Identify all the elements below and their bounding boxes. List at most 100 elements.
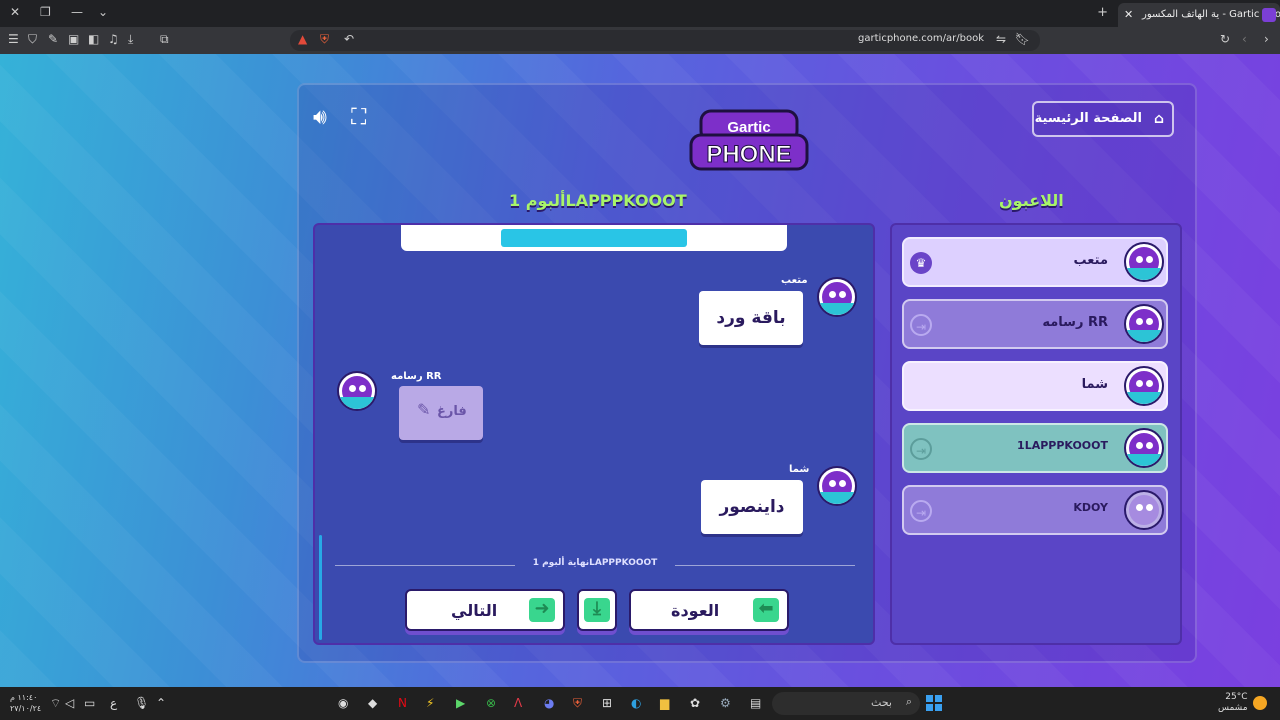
avatar xyxy=(1124,242,1164,282)
app-icon[interactable]: ⚡ xyxy=(426,696,434,710)
player-row: ♛ متعب xyxy=(902,237,1168,287)
gartic-phone-logo: Gartic PHONE xyxy=(689,109,809,171)
game-page: 🔊︎ ⛶ Gartic PHONE الصفحة الرئيسية ⌂ ألبو… xyxy=(0,54,1280,687)
players-panel: ♛ متعب ⇥ رسامه RR شما ⇥ 1LAPPPKOOOT ⇥ KD… xyxy=(890,223,1182,645)
folder-icon[interactable]: ▆ xyxy=(660,696,669,710)
language-icon[interactable]: ع xyxy=(110,696,117,710)
bookmark-icon[interactable]: 🔖︎ xyxy=(1015,32,1030,46)
volume-icon[interactable]: ◁ xyxy=(65,696,74,710)
app-icon[interactable]: ◉ xyxy=(338,696,348,710)
brave-rewards-icon[interactable]: ▲ xyxy=(298,32,307,46)
player-name: 1LAPPPKOOOT xyxy=(1017,439,1108,452)
player-row: ⇥ رسامه RR xyxy=(902,299,1168,349)
taskbar-search-label: بحث xyxy=(871,696,892,709)
forward-nav-icon[interactable]: › xyxy=(1264,32,1269,46)
steam-icon[interactable]: ⚙ xyxy=(720,696,731,710)
avatar xyxy=(1124,366,1164,406)
back-nav-icon[interactable]: ‹ xyxy=(1242,32,1247,46)
network-icon[interactable]: ⌔ xyxy=(50,696,61,711)
player-row: ⇥ 1LAPPPKOOOT xyxy=(902,423,1168,473)
pin-icon[interactable]: ✎ xyxy=(48,32,58,46)
battery-icon[interactable]: ▭ xyxy=(84,696,95,710)
home-icon: ⌂ xyxy=(1153,111,1164,127)
weather-condition: مشمس xyxy=(1218,703,1248,713)
album-panel: متعب باقة ورد رسامه RR فارغ ✎ شما داينصو… xyxy=(313,223,875,645)
arrow-right-icon: ➜ xyxy=(529,598,555,622)
app-icon[interactable]: ▤ xyxy=(750,696,761,710)
album-previous-entry xyxy=(401,225,787,251)
fullscreen-icon[interactable]: ⛶ xyxy=(351,105,366,130)
taskbar-search[interactable]: بحث ⌕ xyxy=(772,692,920,715)
entry-text-bubble: داينصور xyxy=(701,480,803,534)
app-icon[interactable]: Λ xyxy=(514,696,522,710)
tab-list-icon[interactable]: ⌄ xyxy=(98,5,108,19)
avatar xyxy=(1124,490,1164,530)
app-icon[interactable]: ✿ xyxy=(690,696,700,710)
chevron-up-icon[interactable]: ⌃ xyxy=(156,696,166,710)
entry-player-name: متعب xyxy=(781,275,808,286)
album-scrollbar[interactable] xyxy=(319,535,322,640)
wallet-icon[interactable]: ▣ xyxy=(68,32,79,46)
pencil-icon: ✎ xyxy=(417,400,431,419)
player-name: متعب xyxy=(1073,253,1108,268)
clock[interactable]: ١١:٤٠ م ٢٧/١٠/٢٤ xyxy=(10,692,41,714)
entry-text-bubble: باقة ورد xyxy=(699,291,803,345)
album-end-text: نهاية ألبوم 1LAPPPKOOOT xyxy=(515,558,675,568)
play-icon[interactable]: ▶ xyxy=(456,696,465,710)
music-icon[interactable]: ♫ xyxy=(108,32,119,46)
crown-icon: ♛ xyxy=(910,252,932,274)
brave-icon[interactable]: ⛨ xyxy=(573,696,582,711)
next-button[interactable]: التالي ➜ xyxy=(405,589,565,631)
download-icon[interactable]: ⤓ xyxy=(128,32,133,47)
avatar xyxy=(817,277,857,317)
active-tab[interactable]: ✕ ية الهاتف المكسور - Gartic Phone xyxy=(1118,3,1280,27)
app-icon[interactable]: ◆ xyxy=(368,696,377,710)
player-name: رسامه RR xyxy=(1042,315,1108,330)
weather-temp: 25°C xyxy=(1225,692,1248,702)
home-button[interactable]: الصفحة الرئيسية ⌂ xyxy=(1032,101,1174,137)
site-settings-icon[interactable]: ⇋ xyxy=(996,32,1006,46)
discord-icon[interactable]: ◕ xyxy=(544,696,554,710)
brave-shield-icon[interactable]: ⛨ xyxy=(320,32,329,47)
microphone-icon[interactable]: 🎙︎ xyxy=(134,696,149,710)
player-name: شما xyxy=(1081,377,1108,392)
game-frame: 🔊︎ ⛶ Gartic PHONE الصفحة الرئيسية ⌂ ألبو… xyxy=(297,83,1197,663)
windows-start-icon[interactable] xyxy=(926,695,942,711)
browser-toolbar: ☰ ⛉ ✎ ▣ ◧ ♫ ⤓ ⧉ ▲ ⛨ ↶ garticphone.com/ar… xyxy=(0,27,1280,54)
entry-empty-label: فارغ xyxy=(437,404,467,419)
sun-icon xyxy=(1253,696,1267,710)
download-icon: ⤓ xyxy=(584,598,610,622)
share-icon[interactable]: ↶ xyxy=(344,32,354,46)
player-name: KDOY xyxy=(1073,501,1108,514)
reload-icon[interactable]: ↻ xyxy=(1220,32,1230,46)
new-tab-button[interactable]: + xyxy=(1097,5,1108,20)
restore-window-icon[interactable]: ❐ xyxy=(40,5,51,19)
back-button[interactable]: العودة ⬅ xyxy=(629,589,789,631)
screenshot-icon[interactable]: ⧉ xyxy=(160,32,169,47)
store-icon[interactable]: ⊞ xyxy=(602,696,612,710)
shield-icon[interactable]: ⛉ xyxy=(28,32,37,47)
album-title: ألبوم 1LAPPPKOOOT xyxy=(509,191,687,210)
menu-icon[interactable]: ☰ xyxy=(8,32,19,46)
weather-widget[interactable]: 25°C مشمس xyxy=(1218,692,1248,714)
tab-close-icon[interactable]: ✕ xyxy=(1124,3,1133,27)
arrow-left-icon: ⬅ xyxy=(753,598,779,622)
netflix-icon[interactable]: N xyxy=(398,696,407,710)
minimize-window-icon[interactable]: — xyxy=(71,5,83,19)
xbox-icon[interactable]: ⊗ xyxy=(486,696,496,710)
windows-taskbar: ١١:٤٠ م ٢٧/١٠/٢٤ ⌔ ◁ ▭ ع 🎙︎ ⌃ ◉ ◆ N ⚡ ▶ … xyxy=(0,687,1280,720)
download-album-button[interactable]: ⤓ xyxy=(577,589,617,631)
search-icon: ⌕ xyxy=(905,695,912,708)
clock-date: ٢٧/١٠/٢٤ xyxy=(10,704,42,713)
sound-icon[interactable]: 🔊︎ xyxy=(313,105,327,130)
edge-icon[interactable]: ◐ xyxy=(631,696,641,710)
left-game-icon: ⇥ xyxy=(910,500,932,522)
tab-title: ية الهاتف المكسور - Gartic Phone xyxy=(1142,9,1280,20)
close-window-icon[interactable]: ✕ xyxy=(10,5,20,19)
logo-top-text: Gartic xyxy=(727,119,770,136)
sidebar-icon[interactable]: ◧ xyxy=(88,32,99,46)
back-button-label: العودة xyxy=(671,601,720,620)
player-row: شما xyxy=(902,361,1168,411)
address-bar[interactable]: ▲ ⛨ ↶ garticphone.com/ar/book ⇋ 🔖︎ xyxy=(290,30,1040,51)
left-game-icon: ⇥ xyxy=(910,438,932,460)
